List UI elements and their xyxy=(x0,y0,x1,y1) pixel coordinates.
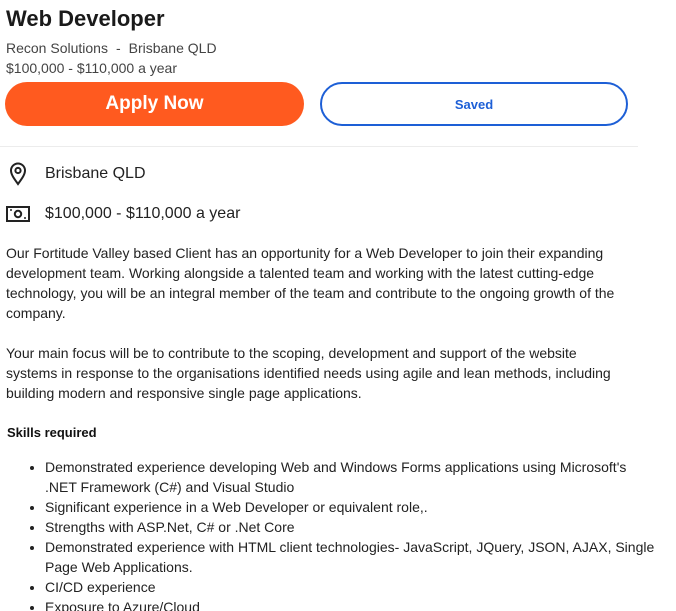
location-row: Brisbane QLD xyxy=(6,162,146,186)
company-name: Recon Solutions xyxy=(6,40,108,56)
skill-item: Demonstrated experience developing Web a… xyxy=(45,457,655,497)
job-title: Web Developer xyxy=(6,6,165,31)
salary-row: $100,000 - $110,000 a year xyxy=(6,202,240,226)
job-location: Brisbane QLD xyxy=(128,40,217,56)
skill-item: Strengths with ASP.Net, C# or .Net Core xyxy=(45,517,655,537)
skill-item: Demonstrated experience with HTML client… xyxy=(45,537,655,577)
skill-item: CI/CD experience xyxy=(45,577,655,597)
description-paragraph: Your main focus will be to contribute to… xyxy=(6,345,611,401)
header-salary: $100,000 - $110,000 a year xyxy=(6,60,177,76)
money-icon xyxy=(6,202,30,226)
job-header: Web Developer Recon Solutions - Brisbane Q… xyxy=(0,0,638,147)
skills-heading: Skills required xyxy=(7,425,97,440)
description-paragraph: Our Fortitude Valley based Client has an… xyxy=(6,245,615,321)
saved-button[interactable]: Saved xyxy=(320,82,628,126)
job-details-page: Web Developer Recon Solutions - Brisbane Q… xyxy=(0,0,676,611)
location-text: Brisbane QLD xyxy=(45,165,146,182)
apply-now-button[interactable]: Apply Now xyxy=(5,82,304,126)
map-pin-icon xyxy=(6,162,30,186)
company-location-line: Recon Solutions - Brisbane QLD xyxy=(6,40,217,56)
skills-list: Demonstrated experience developing Web a… xyxy=(20,457,655,611)
job-description: Our Fortitude Valley based Client has an… xyxy=(6,243,631,423)
skill-item: Exposure to Azure/Cloud xyxy=(45,597,655,611)
skill-item: Significant experience in a Web Develope… xyxy=(45,497,655,517)
salary-text: $100,000 - $110,000 a year xyxy=(45,205,241,222)
separator: - xyxy=(115,40,121,56)
